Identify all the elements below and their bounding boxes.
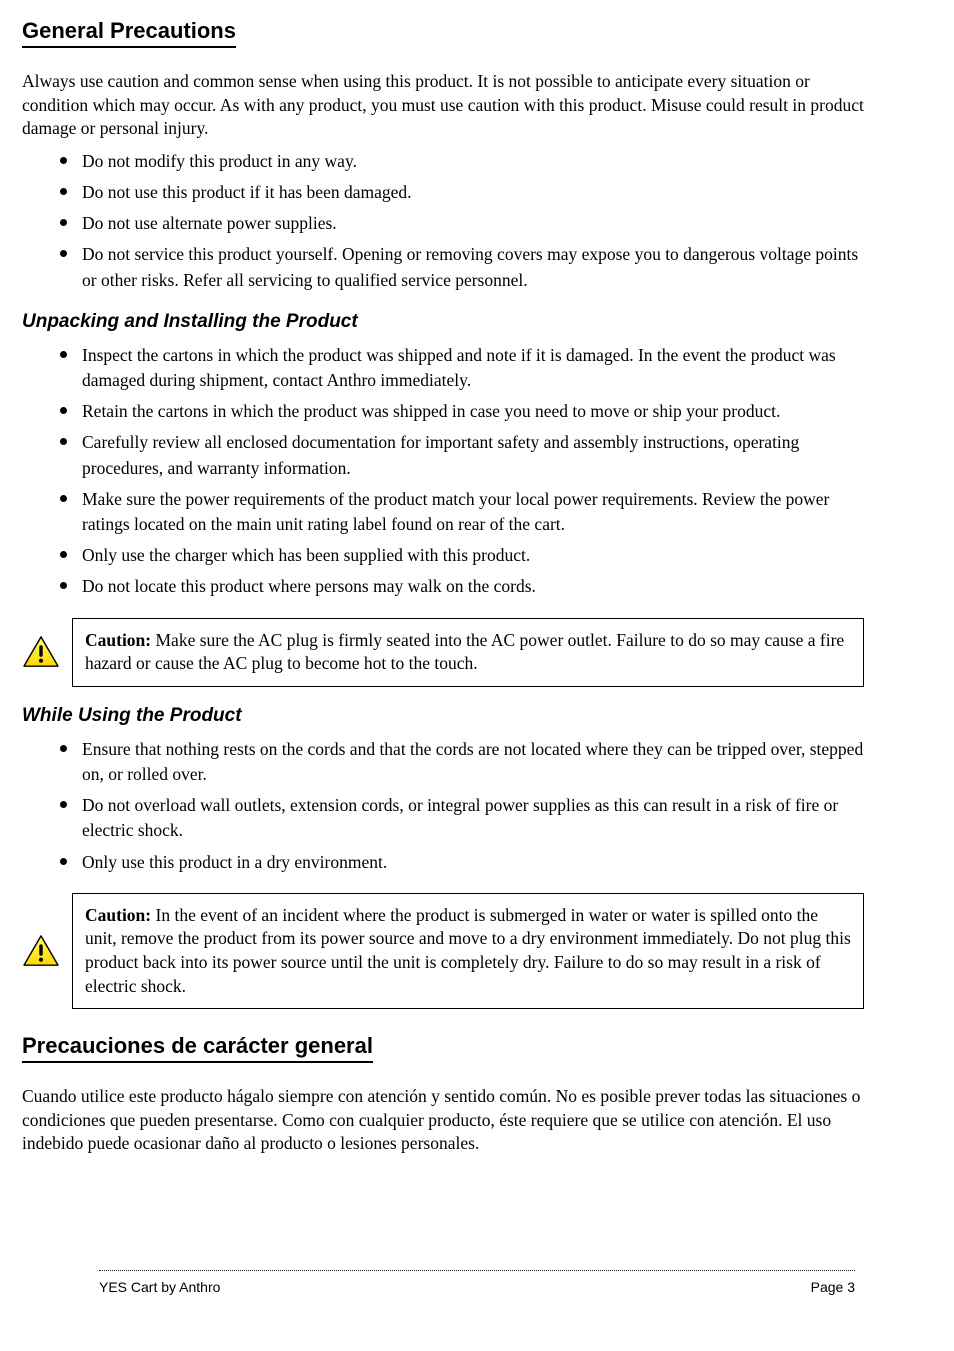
warning-icon [22, 635, 60, 669]
list-item: Carefully review all enclosed documentat… [60, 430, 864, 480]
paragraph-intro-1: Always use caution and common sense when… [22, 70, 864, 141]
list-item: Do not overload wall outlets, extension … [60, 793, 864, 843]
list-item: Do not modify this product in any way. [60, 149, 864, 174]
list-item: Retain the cartons in which the product … [60, 399, 864, 424]
section-heading-precauciones: Precauciones de carácter general [22, 1033, 373, 1063]
bullet-list-2: Inspect the cartons in which the product… [22, 343, 864, 600]
footer-product-name: YES Cart by Anthro [99, 1279, 220, 1295]
subheading-while-using: While Using the Product [22, 705, 864, 727]
paragraph-intro-2: Cuando utilice este producto hágalo siem… [22, 1085, 864, 1156]
footer-page-number: Page 3 [811, 1279, 855, 1295]
caution-text: Make sure the AC plug is firmly seated i… [85, 630, 844, 674]
list-item: Do not use this product if it has been d… [60, 180, 864, 205]
bullet-list-1: Do not modify this product in any way. D… [22, 149, 864, 293]
caution-callout-2: Caution: In the event of an incident whe… [22, 893, 864, 1010]
caution-box-1: Caution: Make sure the AC plug is firmly… [72, 618, 864, 687]
subheading-unpacking: Unpacking and Installing the Product [22, 311, 864, 333]
caution-text: In the event of an incident where the pr… [85, 905, 851, 996]
list-item: Ensure that nothing rests on the cords a… [60, 737, 864, 787]
list-item: Inspect the cartons in which the product… [60, 343, 864, 393]
bullet-list-3: Ensure that nothing rests on the cords a… [22, 737, 864, 875]
caution-box-2: Caution: In the event of an incident whe… [72, 893, 864, 1010]
list-item: Only use this product in a dry environme… [60, 850, 864, 875]
warning-icon [22, 934, 60, 968]
list-item: Do not locate this product where persons… [60, 574, 864, 599]
list-item: Do not service this product yourself. Op… [60, 242, 864, 292]
caution-label: Caution: [85, 630, 151, 650]
section-heading-general-precautions: General Precautions [22, 18, 236, 48]
list-item: Make sure the power requirements of the … [60, 487, 864, 537]
caution-callout-1: Caution: Make sure the AC plug is firmly… [22, 618, 864, 687]
list-item: Only use the charger which has been supp… [60, 543, 864, 568]
caution-label: Caution: [85, 905, 151, 925]
list-item: Do not use alternate power supplies. [60, 211, 864, 236]
footer-divider [99, 1270, 855, 1271]
